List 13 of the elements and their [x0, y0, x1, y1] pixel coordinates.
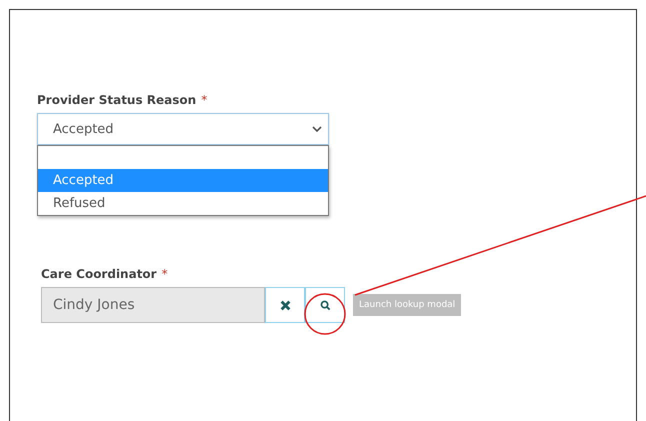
status-reason-dropdown[interactable]: Accepted	[37, 113, 329, 145]
dropdown-option[interactable]: Refused	[38, 192, 328, 215]
field-label: Provider Status Reason	[37, 93, 196, 107]
required-mark: *	[162, 267, 168, 281]
close-icon	[280, 300, 290, 310]
required-mark: *	[201, 93, 208, 107]
clear-button[interactable]	[265, 287, 305, 323]
care-coordinator-field[interactable]: Cindy Jones	[41, 287, 265, 323]
search-icon	[320, 300, 330, 310]
chevron-icon	[312, 126, 322, 132]
field-label: Care Coordinator	[41, 267, 157, 281]
search-button[interactable]	[305, 287, 345, 323]
tooltip: Launch lookup modal	[353, 294, 462, 316]
